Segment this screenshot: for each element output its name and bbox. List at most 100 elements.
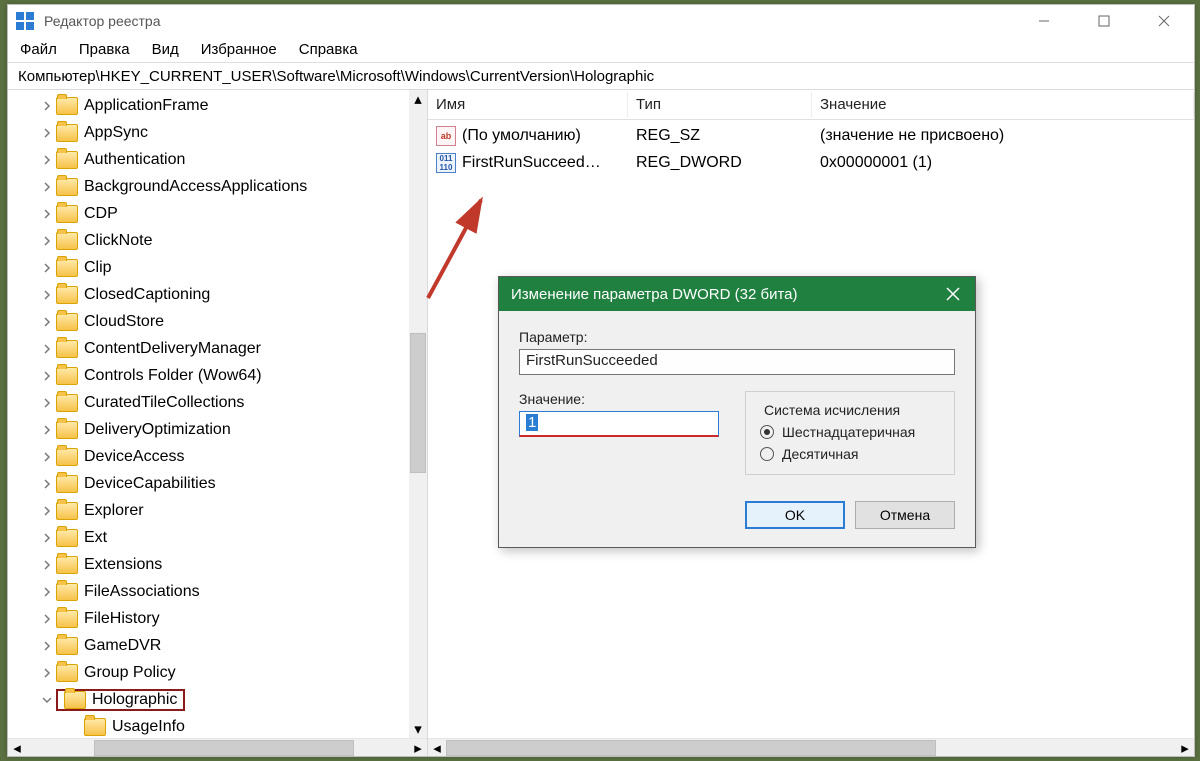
menu-file[interactable]: Файл (20, 41, 57, 58)
chevron-down-icon[interactable] (38, 695, 56, 705)
dialog-close-button[interactable] (931, 277, 975, 311)
col-type[interactable]: Тип (628, 92, 812, 117)
scroll-right-icon[interactable]: ▸ (1176, 739, 1194, 757)
col-name[interactable]: Имя (428, 92, 628, 117)
chevron-right-icon[interactable] (38, 479, 56, 489)
tree-item[interactable]: Ext (8, 524, 427, 551)
hscroll-thumb[interactable] (446, 740, 936, 756)
chevron-right-icon[interactable] (38, 101, 56, 111)
cancel-button[interactable]: Отмена (855, 501, 955, 529)
folder-icon (56, 448, 78, 466)
tree-item[interactable]: Group Policy (8, 659, 427, 686)
param-name-field[interactable]: FirstRunSucceeded (519, 349, 955, 375)
tree-item[interactable]: Controls Folder (Wow64) (8, 362, 427, 389)
tree-item-label: Controls Folder (Wow64) (84, 367, 262, 385)
menu-view[interactable]: Вид (152, 41, 179, 58)
chevron-right-icon[interactable] (38, 182, 56, 192)
menu-help[interactable]: Справка (299, 41, 358, 58)
chevron-right-icon[interactable] (38, 398, 56, 408)
tree-item[interactable]: Clip (8, 254, 427, 281)
folder-icon (56, 286, 78, 304)
chevron-right-icon[interactable] (38, 668, 56, 678)
tree-item-label: ClosedCaptioning (84, 286, 210, 304)
chevron-right-icon[interactable] (38, 236, 56, 246)
chevron-right-icon[interactable] (38, 209, 56, 219)
chevron-right-icon[interactable] (38, 641, 56, 651)
scroll-down-icon[interactable]: ▾ (409, 720, 427, 738)
tree-item[interactable]: DeliveryOptimization (8, 416, 427, 443)
hscroll-thumb[interactable] (94, 740, 354, 756)
chevron-right-icon[interactable] (38, 560, 56, 570)
scroll-thumb[interactable] (410, 333, 426, 473)
tree-item[interactable]: UsageInfo (8, 713, 427, 738)
tree-item-label: DeviceAccess (84, 448, 184, 466)
tree-item[interactable]: DeviceAccess (8, 443, 427, 470)
radio-hex[interactable]: Шестнадцатеричная (760, 424, 940, 440)
chevron-right-icon[interactable] (38, 290, 56, 300)
menu-favorites[interactable]: Избранное (201, 41, 277, 58)
chevron-right-icon[interactable] (38, 587, 56, 597)
chevron-right-icon[interactable] (38, 263, 56, 273)
folder-icon (56, 529, 78, 547)
scroll-left-icon[interactable]: ◂ (428, 739, 446, 757)
folder-icon (56, 664, 78, 682)
tree-item-label: DeviceCapabilities (84, 475, 216, 493)
titlebar: Редактор реестра (8, 5, 1194, 37)
dialog-titlebar[interactable]: Изменение параметра DWORD (32 бита) (499, 277, 975, 311)
chevron-right-icon[interactable] (38, 614, 56, 624)
chevron-right-icon[interactable] (38, 317, 56, 327)
value-label: Значение: (519, 391, 719, 407)
chevron-right-icon[interactable] (38, 344, 56, 354)
tree-item[interactable]: ClickNote (8, 227, 427, 254)
tree-item[interactable]: AppSync (8, 119, 427, 146)
chevron-right-icon[interactable] (38, 506, 56, 516)
tree-item[interactable]: DeviceCapabilities (8, 470, 427, 497)
tree-item-label: Holographic (92, 691, 177, 709)
maximize-button[interactable] (1074, 5, 1134, 37)
menu-edit[interactable]: Правка (79, 41, 130, 58)
scroll-up-icon[interactable]: ▴ (409, 90, 427, 108)
tree-item[interactable]: BackgroundAccessApplications (8, 173, 427, 200)
minimize-button[interactable] (1014, 5, 1074, 37)
tree-item-label: Group Policy (84, 664, 176, 682)
col-value[interactable]: Значение (812, 92, 1194, 117)
tree-item[interactable]: FileAssociations (8, 578, 427, 605)
chevron-right-icon[interactable] (38, 155, 56, 165)
tree-item[interactable]: Extensions (8, 551, 427, 578)
tree-item[interactable]: ApplicationFrame (8, 92, 427, 119)
tree-item[interactable]: ClosedCaptioning (8, 281, 427, 308)
tree-item-label: Explorer (84, 502, 144, 520)
string-value-icon: ab (436, 126, 456, 146)
list-hscrollbar[interactable]: ◂ ▸ (428, 738, 1194, 756)
menubar: Файл Правка Вид Избранное Справка (8, 37, 1194, 62)
chevron-right-icon[interactable] (38, 371, 56, 381)
chevron-right-icon[interactable] (38, 425, 56, 435)
close-button[interactable] (1134, 5, 1194, 37)
chevron-right-icon[interactable] (38, 533, 56, 543)
annotation-arrow-icon (413, 188, 503, 308)
list-row[interactable]: 011110 FirstRunSucceed… REG_DWORD 0x0000… (428, 149, 1194, 176)
address-bar[interactable]: Компьютер\HKEY_CURRENT_USER\Software\Mic… (8, 62, 1194, 90)
edit-dword-dialog: Изменение параметра DWORD (32 бита) Пара… (498, 276, 976, 548)
ok-button[interactable]: OK (745, 501, 845, 529)
tree-item[interactable]: CloudStore (8, 308, 427, 335)
value-data-field[interactable]: 1 (519, 411, 719, 437)
scroll-right-icon[interactable]: ▸ (409, 739, 427, 757)
tree-item[interactable]: ContentDeliveryManager (8, 335, 427, 362)
tree-hscrollbar[interactable]: ◂ ▸ (8, 738, 427, 756)
tree-item[interactable]: Authentication (8, 146, 427, 173)
tree-item[interactable]: CuratedTileCollections (8, 389, 427, 416)
chevron-right-icon[interactable] (38, 452, 56, 462)
scroll-left-icon[interactable]: ◂ (8, 739, 26, 757)
chevron-right-icon[interactable] (38, 128, 56, 138)
tree-item[interactable]: Holographic (8, 686, 427, 713)
tree[interactable]: ApplicationFrame AppSync AuthenticationBac… (8, 90, 427, 738)
tree-item[interactable]: CDP (8, 200, 427, 227)
tree-item-label: AppSync (84, 124, 148, 142)
tree-item[interactable]: FileHistory (8, 605, 427, 632)
folder-icon (84, 718, 106, 736)
list-row[interactable]: ab (По умолчанию) REG_SZ (значение не пр… (428, 122, 1194, 149)
tree-item[interactable]: GameDVR (8, 632, 427, 659)
tree-item[interactable]: Explorer (8, 497, 427, 524)
radio-dec[interactable]: Десятичная (760, 446, 940, 462)
